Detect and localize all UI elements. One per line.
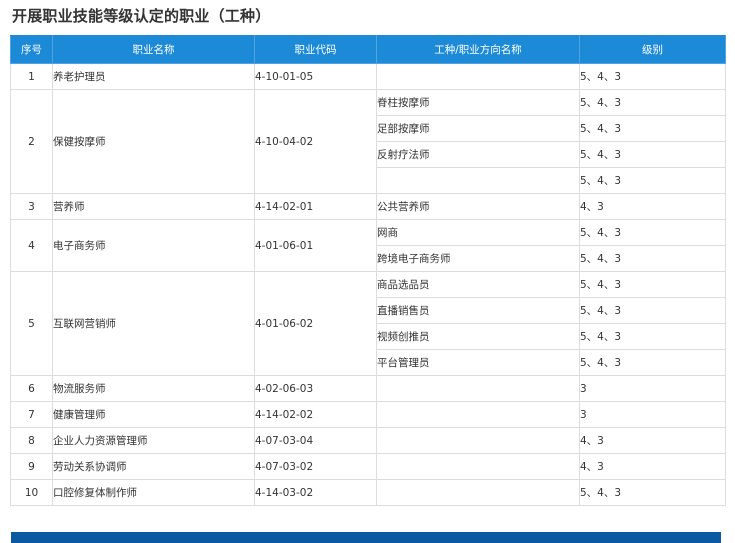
cell-level: 5、4、3: [579, 245, 726, 272]
cell-level: 5、4、3: [579, 297, 726, 324]
cell-occupation-name: 劳动关系协调师: [52, 453, 255, 480]
cell-occupation-code: 4-07-03-02: [254, 453, 377, 480]
header-subtype: 工种/职业方向名称: [376, 35, 580, 64]
table-row: 4 电子商务师 4-01-06-01 网商 5、4、3: [10, 219, 726, 272]
cell-occupation-code: 4-14-02-01: [254, 193, 377, 220]
table-row: 7 健康管理师 4-14-02-02 3: [10, 401, 726, 428]
header-code: 职业代码: [254, 35, 377, 64]
cell-occupation-name: 物流服务师: [52, 375, 255, 402]
cell-no: 3: [10, 193, 53, 220]
cell-no: 6: [10, 375, 53, 402]
cell-occupation-code: 4-02-06-03: [254, 375, 377, 402]
table-body: 1 养老护理员 4-10-01-05 5、4、3 2 保健按摩师 4-10-04-02 脊柱按…: [10, 63, 726, 506]
cell-subtype: 足部按摩师: [376, 115, 580, 142]
cell-occupation-code: 4-14-02-02: [254, 401, 377, 428]
cell-occupation-code: 4-01-06-01: [254, 219, 377, 272]
cell-level: 5、4、3: [579, 167, 726, 194]
cell-subtype: 跨境电子商务师: [376, 245, 580, 272]
cell-occupation-code: 4-10-01-05: [254, 63, 377, 90]
cell-occupation-name: 健康管理师: [52, 401, 255, 428]
cell-level: 4、3: [579, 193, 726, 220]
cell-no: 9: [10, 453, 53, 480]
cell-level: 3: [579, 401, 726, 428]
cell-occupation-code: 4-01-06-02: [254, 271, 377, 376]
cell-occupation-name: 养老护理员: [52, 63, 255, 90]
cell-subtype: [376, 375, 580, 402]
cell-occupation-code: 4-14-03-02: [254, 479, 377, 506]
cell-subtype: 公共营养师: [376, 193, 580, 220]
cell-no: 2: [10, 89, 53, 194]
cell-subtype: 网商: [376, 219, 580, 246]
cell-occupation-name: 企业人力资源管理师: [52, 427, 255, 454]
cell-occupation-name: 口腔修复体制作师: [52, 479, 255, 506]
cell-level: 5、4、3: [579, 479, 726, 506]
table-row: 2 保健按摩师 4-10-04-02 脊柱按摩师 5、4、3: [10, 89, 726, 194]
cell-occupation-name: 保健按摩师: [52, 89, 255, 194]
table-row: 8 企业人力资源管理师 4-07-03-04 4、3: [10, 427, 726, 454]
table-row: 3 营养师 4-14-02-01 公共营养师 4、3: [10, 193, 726, 220]
table-row: 1 养老护理员 4-10-01-05 5、4、3: [10, 63, 726, 90]
table-row: 9 劳动关系协调师 4-07-03-02 4、3: [10, 453, 726, 480]
occupation-table: 序号 职业名称 职业代码 工种/职业方向名称 级别 1 养老护理员 4-10-01-…: [10, 35, 726, 506]
cell-no: 1: [10, 63, 53, 90]
cell-level: 5、4、3: [579, 89, 726, 116]
cell-no: 10: [10, 479, 53, 506]
bottom-banner-bar: [11, 532, 721, 543]
cell-level: 4、3: [579, 427, 726, 454]
cell-level: 5、4、3: [579, 349, 726, 376]
cell-level: 5、4、3: [579, 141, 726, 168]
cell-subtype: [376, 427, 580, 454]
cell-subtype: [376, 63, 580, 90]
cell-subtype: [376, 167, 580, 194]
cell-subtype: 平台管理员: [376, 349, 580, 376]
cell-level: 5、4、3: [579, 323, 726, 350]
cell-level: 5、4、3: [579, 271, 726, 298]
cell-subtype: [376, 453, 580, 480]
cell-level: 5、4、3: [579, 63, 726, 90]
cell-subtype: 直播销售员: [376, 297, 580, 324]
header-name: 职业名称: [52, 35, 255, 64]
cell-occupation-code: 4-07-03-04: [254, 427, 377, 454]
cell-subtype: 反射疗法师: [376, 141, 580, 168]
cell-subtype: 视频创推员: [376, 323, 580, 350]
cell-no: 4: [10, 219, 53, 272]
table-row: 5 互联网营销师 4-01-06-02 商品选品员 5、4、3: [10, 271, 726, 376]
cell-subtype: [376, 401, 580, 428]
cell-subtype: 商品选品员: [376, 271, 580, 298]
cell-occupation-name: 电子商务师: [52, 219, 255, 272]
cell-level: 4、3: [579, 453, 726, 480]
cell-occupation-name: 互联网营销师: [52, 271, 255, 376]
header-level: 级别: [579, 35, 726, 64]
page: 开展职业技能等级认定的职业（工种） 序号 职业名称 职业代码 工种/职业方向名称…: [0, 0, 735, 543]
cell-no: 7: [10, 401, 53, 428]
cell-level: 3: [579, 375, 726, 402]
table-row: 10 口腔修复体制作师 4-14-03-02 5、4、3: [10, 479, 726, 506]
cell-no: 8: [10, 427, 53, 454]
page-title: 开展职业技能等级认定的职业（工种）: [12, 7, 271, 25]
table-header-row: 序号 职业名称 职业代码 工种/职业方向名称 级别: [10, 35, 726, 64]
cell-no: 5: [10, 271, 53, 376]
cell-level: 5、4、3: [579, 115, 726, 142]
table-row: 6 物流服务师 4-02-06-03 3: [10, 375, 726, 402]
cell-subtype: [376, 479, 580, 506]
cell-occupation-code: 4-10-04-02: [254, 89, 377, 194]
cell-level: 5、4、3: [579, 219, 726, 246]
cell-occupation-name: 营养师: [52, 193, 255, 220]
header-no: 序号: [10, 35, 53, 64]
cell-subtype: 脊柱按摩师: [376, 89, 580, 116]
